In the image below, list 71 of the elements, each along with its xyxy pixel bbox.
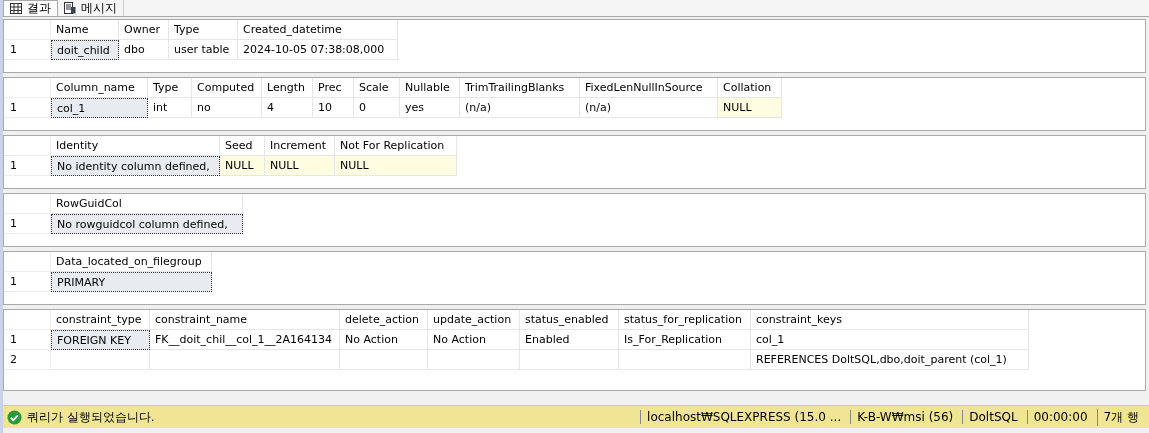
table-cell[interactable]: dbo bbox=[119, 40, 169, 60]
column-header[interactable]: RowGuidCol bbox=[51, 194, 243, 214]
column-header[interactable]: Length bbox=[262, 78, 313, 98]
table-cell[interactable]: NULL bbox=[220, 156, 265, 176]
column-header[interactable]: Column_name bbox=[51, 78, 148, 98]
grid-icon bbox=[10, 3, 22, 14]
column-header[interactable]: Name bbox=[51, 20, 119, 40]
table-cell[interactable]: NULL bbox=[718, 98, 782, 118]
table-cell[interactable]: yes bbox=[400, 98, 460, 118]
row-number: 2 bbox=[4, 350, 51, 370]
empty-cell[interactable] bbox=[340, 350, 428, 370]
column-header[interactable]: constraint_type bbox=[51, 310, 150, 330]
table-cell[interactable]: col_1 bbox=[751, 330, 1029, 350]
empty-cell[interactable] bbox=[150, 350, 340, 370]
empty-cell[interactable] bbox=[428, 350, 520, 370]
empty-cell[interactable] bbox=[51, 350, 150, 370]
table-cell[interactable]: Enabled bbox=[520, 330, 619, 350]
table-cell[interactable]: 2024-10-05 07:38:08,000 bbox=[238, 40, 398, 60]
table-cell[interactable]: col_1 bbox=[51, 98, 148, 118]
column-header[interactable]: constraint_keys bbox=[751, 310, 1029, 330]
results-tab[interactable]: 메시지 bbox=[58, 0, 124, 16]
empty-cell[interactable] bbox=[619, 350, 751, 370]
results-tab[interactable]: 결과 bbox=[3, 0, 58, 16]
column-header[interactable]: status_enabled bbox=[520, 310, 619, 330]
table-cell[interactable]: 0 bbox=[354, 98, 400, 118]
column-header[interactable]: update_action bbox=[428, 310, 520, 330]
table-cell[interactable]: Is_For_Replication bbox=[619, 330, 751, 350]
column-header[interactable]: delete_action bbox=[340, 310, 428, 330]
table-cell[interactable]: (n/a) bbox=[460, 98, 580, 118]
elapsed-time: 00:00:00 bbox=[1026, 410, 1092, 424]
table-cell[interactable]: FK__doit_chil__col_1__2A164134 bbox=[150, 330, 340, 350]
column-header[interactable]: status_for_replication bbox=[619, 310, 751, 330]
table-cell[interactable]: user table bbox=[169, 40, 238, 60]
table-cell[interactable]: doit_child bbox=[51, 40, 119, 60]
column-header[interactable]: Scale bbox=[354, 78, 400, 98]
column-header[interactable]: Nullable bbox=[400, 78, 460, 98]
column-header[interactable]: Prec bbox=[313, 78, 354, 98]
table-cell[interactable]: no bbox=[192, 98, 262, 118]
column-header[interactable]: FixedLenNullInSource bbox=[580, 78, 718, 98]
column-header[interactable]: Computed bbox=[192, 78, 262, 98]
table-cell[interactable]: No Action bbox=[340, 330, 428, 350]
table-cell[interactable]: No Action bbox=[428, 330, 520, 350]
table-cell[interactable]: No identity column defined, bbox=[51, 156, 220, 176]
column-header[interactable]: Data_located_on_filegroup bbox=[51, 252, 212, 272]
table-cell[interactable]: No rowguidcol column defined, bbox=[51, 214, 243, 234]
column-header[interactable]: Type bbox=[148, 78, 192, 98]
table-cell[interactable]: 10 bbox=[313, 98, 354, 118]
column-header[interactable]: Increment bbox=[265, 136, 335, 156]
table-cell[interactable]: NULL bbox=[335, 156, 457, 176]
column-header[interactable]: Not For Replication bbox=[335, 136, 457, 156]
column-header[interactable]: Identity bbox=[51, 136, 220, 156]
row-count: 7개 행 bbox=[1096, 408, 1143, 426]
column-header[interactable]: constraint_name bbox=[150, 310, 340, 330]
column-header[interactable]: Owner bbox=[119, 20, 169, 40]
table-cell[interactable]: REFERENCES DoltSQL,dbo,doit_parent (col_1) bbox=[751, 350, 1029, 370]
column-header[interactable]: Seed bbox=[220, 136, 265, 156]
table-cell[interactable]: int bbox=[148, 98, 192, 118]
check-icon bbox=[7, 409, 22, 425]
table-cell[interactable]: 4 bbox=[262, 98, 313, 118]
column-header[interactable]: Collation bbox=[718, 78, 782, 98]
server-name: localhost₩SQLEXPRESS (15.0 ... bbox=[640, 410, 846, 424]
database-name: DoltSQL bbox=[962, 410, 1022, 424]
empty-cell[interactable] bbox=[520, 350, 619, 370]
column-header[interactable]: Type bbox=[169, 20, 238, 40]
table-cell[interactable]: PRIMARY bbox=[51, 272, 212, 292]
status-message: 쿼리가 실행되었습니다. bbox=[27, 408, 155, 426]
user-name: K-B-W₩msi (56) bbox=[850, 410, 958, 424]
column-header[interactable]: Created_datetime bbox=[238, 20, 398, 40]
table-cell[interactable]: FOREIGN KEY bbox=[51, 330, 150, 350]
table-cell[interactable]: NULL bbox=[265, 156, 335, 176]
column-header[interactable]: TrimTrailingBlanks bbox=[460, 78, 580, 98]
